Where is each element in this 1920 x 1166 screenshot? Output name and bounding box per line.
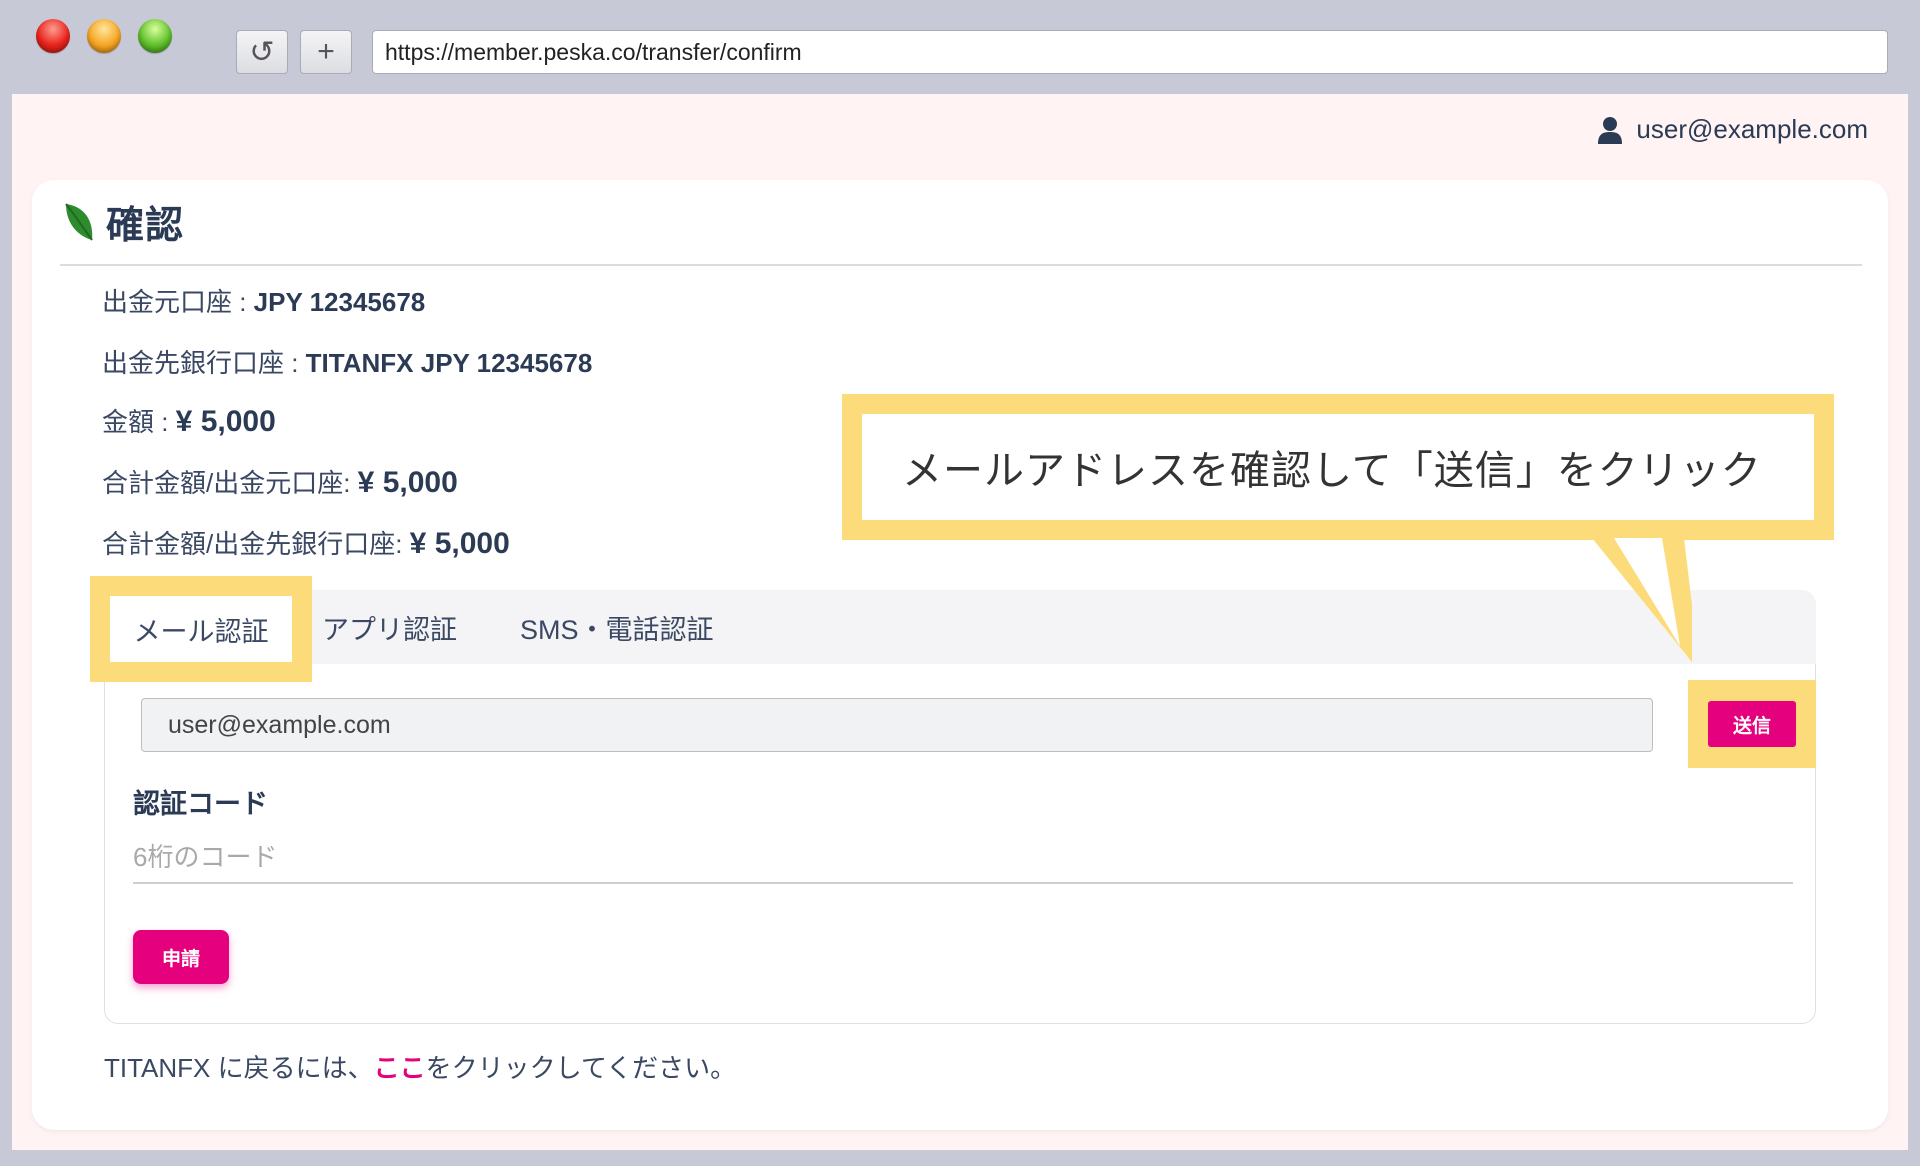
tab-email-auth[interactable]: メール認証 [110, 596, 292, 662]
send-button[interactable]: 送信 [1708, 701, 1796, 747]
reload-icon: ↺ [249, 35, 275, 69]
instruction-callout: メールアドレスを確認して「送信」をクリック [842, 394, 1834, 540]
maximize-window-button[interactable] [138, 19, 172, 53]
user-menu[interactable]: user@example.com [1598, 114, 1868, 145]
title-divider [60, 264, 1862, 266]
source-account-value: JPY 12345678 [253, 287, 426, 317]
apply-button[interactable]: 申請 [133, 930, 229, 984]
amount-value: ¥ 5,000 [175, 405, 276, 438]
total-source-line: 合計金額/出金元口座: ¥ 5,000 [102, 466, 458, 499]
browser-titlebar: ↺ + https://member.peska.co/transfer/con… [0, 0, 1920, 94]
return-link[interactable]: ここ [374, 1053, 426, 1083]
tab-sms-auth[interactable]: SMS・電話認証 [520, 590, 714, 664]
total-source-value: ¥ 5,000 [357, 466, 458, 499]
plus-icon: + [317, 35, 335, 68]
user-icon [1598, 116, 1623, 144]
callout-text: メールアドレスを確認して「送信」をクリック [862, 414, 1814, 520]
callout-pointer [1592, 538, 1692, 663]
total-destination-value: ¥ 5,000 [409, 527, 510, 560]
amount-line: 金額 : ¥ 5,000 [102, 405, 276, 438]
minimize-window-button[interactable] [87, 19, 121, 53]
page-title: 確認 [106, 205, 185, 247]
user-email: user@example.com [1636, 114, 1868, 144]
url-text: https://member.peska.co/transfer/confirm [385, 38, 802, 65]
verification-code-label: 認証コード [133, 789, 268, 819]
close-window-button[interactable] [36, 19, 70, 53]
leaf-icon [65, 202, 93, 241]
reload-button[interactable]: ↺ [236, 30, 288, 74]
address-bar[interactable]: https://member.peska.co/transfer/confirm [372, 30, 1888, 74]
verification-code-input[interactable] [133, 832, 1793, 884]
destination-account-value: TITANFX JPY 12345678 [305, 348, 593, 378]
email-tab-highlight: メール認証 [90, 576, 312, 682]
source-account-line: 出金元口座 : JPY 12345678 [102, 287, 426, 317]
email-field[interactable] [141, 698, 1653, 752]
email-auth-panel: 送信 認証コード 申請 [104, 664, 1816, 1024]
destination-account-line: 出金先銀行口座 : TITANFX JPY 12345678 [102, 348, 593, 378]
auth-tabs: アプリ認証 SMS・電話認証 [104, 590, 1816, 664]
tab-app-auth[interactable]: アプリ認証 [322, 590, 457, 664]
total-destination-line: 合計金額/出金先銀行口座: ¥ 5,000 [102, 527, 510, 560]
card-header: 確認 [62, 194, 184, 249]
new-tab-button[interactable]: + [300, 30, 352, 74]
return-note: TITANFX に戻るには、ここをクリックしてください。 [104, 1053, 737, 1083]
send-button-highlight: 送信 [1688, 680, 1816, 768]
